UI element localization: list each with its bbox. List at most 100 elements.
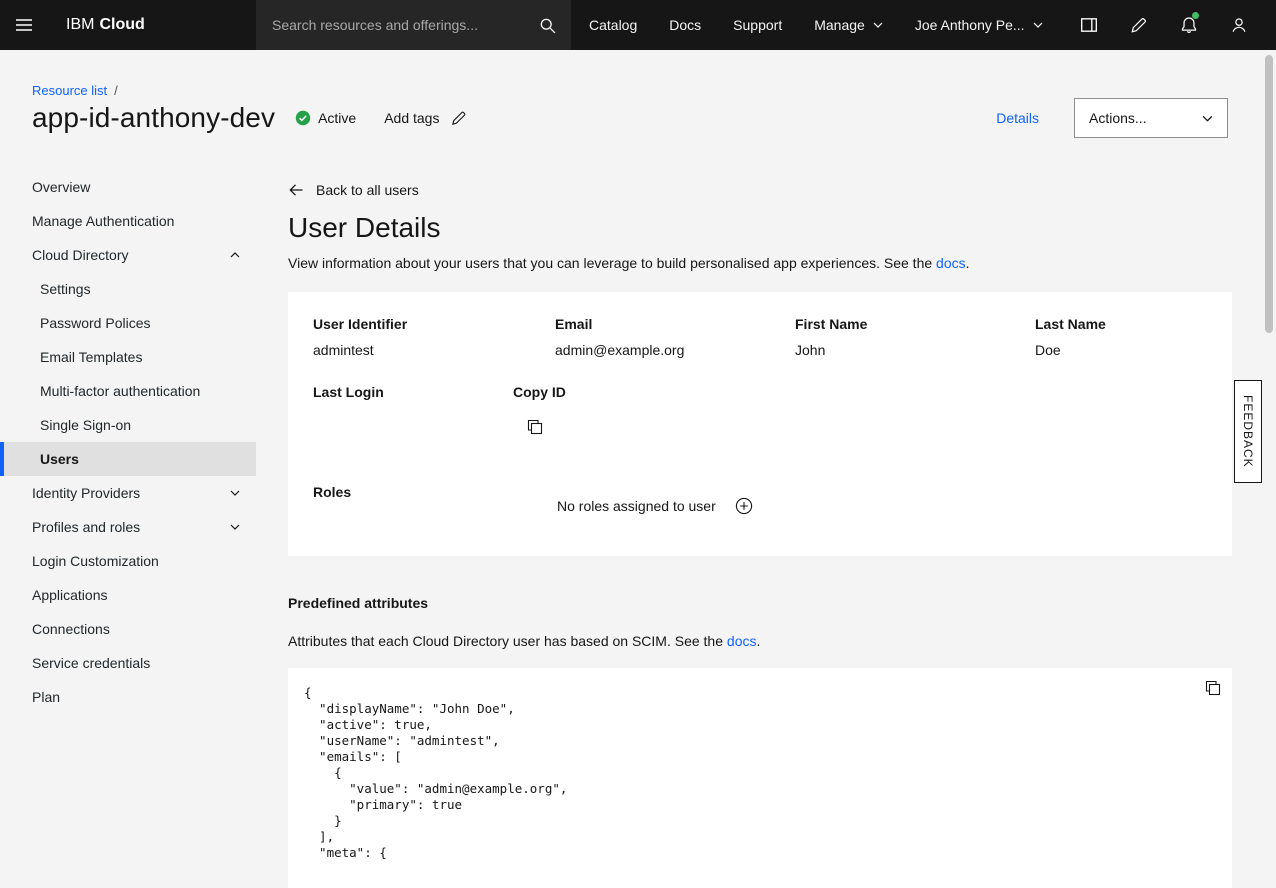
back-to-users-link[interactable]: Back to all users (288, 180, 419, 200)
nav-catalog[interactable]: Catalog (573, 0, 653, 50)
field-label: Roles (313, 483, 351, 501)
chevron-down-icon (230, 490, 240, 496)
user-details-title: User Details (288, 210, 1232, 246)
notifications-icon[interactable] (1164, 0, 1214, 50)
chevron-up-icon (230, 252, 240, 258)
sidebar-item-label: Users (40, 451, 79, 467)
sidebar-item-profiles-and-roles[interactable]: Profiles and roles (0, 510, 256, 544)
add-tags-button[interactable]: Add tags (384, 110, 467, 126)
copy-json-button[interactable] (1205, 680, 1221, 696)
nav-catalog-label: Catalog (589, 17, 637, 33)
field-user-identifier: User Identifier admintest (313, 315, 407, 358)
arrow-left-icon (288, 182, 304, 198)
copy-icon (527, 419, 543, 435)
sidebar-item-manage-authentication[interactable]: Manage Authentication (0, 204, 256, 238)
sidebar-item-connections[interactable]: Connections (0, 612, 256, 646)
notification-dot (1192, 12, 1199, 19)
status-badge: Active (295, 110, 356, 126)
sidebar-item-settings[interactable]: Settings (0, 272, 256, 306)
actions-label: Actions... (1089, 110, 1147, 126)
field-copy-id: Copy ID (513, 383, 566, 435)
description-text: View information about your users that y… (288, 255, 936, 271)
sidebar-item-email-templates[interactable]: Email Templates (0, 340, 256, 374)
field-value: John (795, 342, 867, 358)
sidebar-item-multi-factor-authentication[interactable]: Multi-factor authentication (0, 374, 256, 408)
scim-json-code: { "displayName": "John Doe", "active": t… (288, 668, 1232, 878)
top-navbar: IBMCloud Catalog Docs Support Manage Joe… (0, 0, 1276, 50)
roles-empty-state: No roles assigned to user (557, 497, 753, 515)
edit-icon[interactable] (1114, 0, 1164, 50)
sidebar-item-label: Login Customization (32, 553, 159, 569)
page-title: app-id-anthony-dev (32, 102, 275, 134)
main-content: Back to all users User Details View info… (288, 150, 1232, 888)
predefined-attributes-title: Predefined attributes (288, 594, 1232, 612)
sidebar-item-label: Settings (40, 281, 91, 297)
predefined-attributes-description: Attributes that each Cloud Directory use… (288, 632, 1232, 650)
back-link-label: Back to all users (316, 182, 419, 198)
search-icon[interactable] (523, 0, 571, 50)
chevron-down-icon (873, 22, 883, 28)
user-details-description: View information about your users that y… (288, 254, 1232, 272)
nav-docs[interactable]: Docs (653, 0, 717, 50)
search-input[interactable] (256, 0, 523, 50)
field-email: Email admin@example.org (555, 315, 684, 358)
header-actions (1064, 0, 1264, 50)
ibm-cloud-logo[interactable]: IBMCloud (66, 0, 145, 50)
add-role-button[interactable] (735, 497, 753, 515)
pencil-icon (451, 110, 467, 126)
copy-id-button[interactable] (527, 419, 543, 435)
field-label: First Name (795, 315, 867, 333)
field-first-name: First Name John (795, 315, 867, 358)
page-header: app-id-anthony-dev Active Add tags Detai… (32, 94, 1228, 142)
add-tags-label: Add tags (384, 110, 439, 126)
nav-support-label: Support (733, 17, 782, 33)
sidebar-item-login-customization[interactable]: Login Customization (0, 544, 256, 578)
account-name: Joe Anthony Pe... (915, 17, 1025, 33)
sidebar-item-label: Applications (32, 587, 108, 603)
sidebar-item-cloud-directory[interactable]: Cloud Directory (0, 238, 256, 272)
sidebar-item-identity-providers[interactable]: Identity Providers (0, 476, 256, 510)
field-roles: Roles (313, 483, 351, 501)
sidebar-item-label: Manage Authentication (32, 213, 174, 229)
docs-link[interactable]: docs (727, 633, 757, 649)
user-details-card: User Identifier admintest Email admin@ex… (288, 292, 1232, 556)
global-search (256, 0, 571, 50)
menu-icon[interactable] (0, 0, 48, 50)
sidebar-item-plan[interactable]: Plan (0, 680, 256, 714)
console-icon[interactable] (1064, 0, 1114, 50)
sidebar-item-users[interactable]: Users (0, 442, 256, 476)
docs-link[interactable]: docs (936, 255, 966, 271)
sidebar-item-service-credentials[interactable]: Service credentials (0, 646, 256, 680)
field-last-name: Last Name Doe (1035, 315, 1106, 358)
scrollbar-thumb[interactable] (1265, 55, 1273, 333)
sidebar-item-overview[interactable]: Overview (0, 170, 256, 204)
roles-empty-text: No roles assigned to user (557, 498, 716, 514)
status-label: Active (318, 110, 356, 126)
sidebar-item-label: Email Templates (40, 349, 142, 365)
scrollbar[interactable] (1262, 50, 1276, 858)
nav-support[interactable]: Support (717, 0, 798, 50)
user-avatar-icon[interactable] (1214, 0, 1264, 50)
sidebar-item-label: Profiles and roles (32, 519, 140, 535)
account-menu[interactable]: Joe Anthony Pe... (899, 0, 1059, 50)
sidebar-item-label: Multi-factor authentication (40, 383, 200, 399)
sidebar-item-applications[interactable]: Applications (0, 578, 256, 612)
nav-manage[interactable]: Manage (798, 0, 899, 50)
sidebar-item-label: Identity Providers (32, 485, 140, 501)
nav-docs-label: Docs (669, 17, 701, 33)
description-text: Attributes that each Cloud Directory use… (288, 633, 727, 649)
field-value: admintest (313, 342, 407, 358)
details-link[interactable]: Details (996, 110, 1039, 126)
sidebar-item-label: Plan (32, 689, 60, 705)
actions-dropdown[interactable]: Actions... (1074, 98, 1228, 138)
field-label: Email (555, 315, 684, 333)
field-label: User Identifier (313, 315, 407, 333)
feedback-tab[interactable]: FEEDBACK (1234, 380, 1262, 483)
field-value: Doe (1035, 342, 1106, 358)
sidebar-nav: Overview Manage Authentication Cloud Dir… (0, 170, 256, 714)
field-label: Last Name (1035, 315, 1106, 333)
sidebar-item-password-polices[interactable]: Password Polices (0, 306, 256, 340)
check-circle-icon (295, 110, 311, 126)
brand-ibm: IBM (66, 16, 94, 34)
sidebar-item-single-sign-on[interactable]: Single Sign-on (0, 408, 256, 442)
